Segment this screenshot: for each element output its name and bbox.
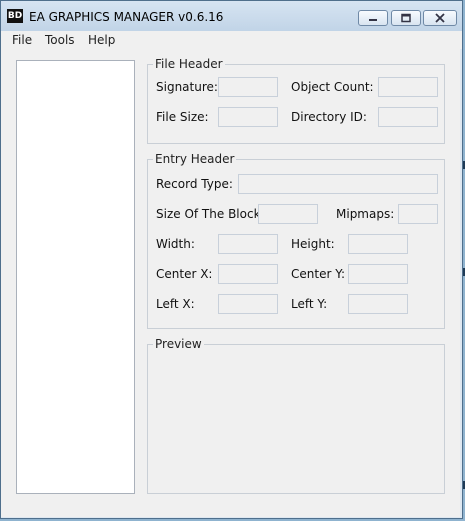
close-icon — [435, 13, 445, 23]
maximize-icon — [401, 13, 411, 23]
menu-file[interactable]: File — [12, 33, 32, 47]
file-header-title: File Header — [153, 57, 225, 71]
left-x-label: Left X: — [156, 297, 195, 311]
file-header-group: File Header Signature: Object Count: Fil… — [147, 57, 445, 144]
entry-header-title: Entry Header — [153, 152, 237, 166]
left-x-field[interactable] — [218, 294, 278, 314]
record-type-field[interactable] — [238, 174, 438, 194]
object-count-label: Object Count: — [291, 80, 374, 94]
signature-label: Signature: — [156, 80, 218, 94]
preview-group: Preview — [147, 337, 445, 494]
mipmaps-label: Mipmaps: — [336, 207, 395, 221]
entry-header-group: Entry Header Record Type: Size Of The Bl… — [147, 152, 445, 329]
maximize-button[interactable] — [391, 10, 421, 26]
left-y-field[interactable] — [348, 294, 408, 314]
menu-tools[interactable]: Tools — [45, 33, 75, 47]
main-window: BD EA GRAPHICS MANAGER v0.6.16 File Tool… — [0, 0, 463, 519]
center-y-label: Center Y: — [291, 267, 345, 281]
close-button[interactable] — [423, 10, 457, 26]
preview-title: Preview — [153, 337, 204, 351]
block-size-label: Size Of The Block: — [156, 207, 265, 221]
center-x-field[interactable] — [218, 264, 278, 284]
left-y-label: Left Y: — [291, 297, 328, 311]
center-y-field[interactable] — [348, 264, 408, 284]
menu-bar: File Tools Help — [1, 31, 462, 49]
center-x-label: Center X: — [156, 267, 213, 281]
client-area: File Header Signature: Object Count: Fil… — [1, 49, 460, 517]
directory-id-label: Directory ID: — [291, 110, 367, 124]
file-size-label: File Size: — [156, 110, 209, 124]
title-bar[interactable]: BD EA GRAPHICS MANAGER v0.6.16 — [1, 1, 462, 31]
height-field[interactable] — [348, 234, 408, 254]
object-count-field[interactable] — [378, 77, 438, 97]
minimize-button[interactable] — [358, 10, 388, 26]
window-title: EA GRAPHICS MANAGER v0.6.16 — [29, 10, 224, 24]
app-icon: BD — [7, 9, 23, 23]
width-label: Width: — [156, 237, 195, 251]
minimize-icon — [369, 19, 377, 21]
directory-id-field[interactable] — [378, 107, 438, 127]
mipmaps-field[interactable] — [398, 204, 438, 224]
height-label: Height: — [291, 237, 335, 251]
menu-help[interactable]: Help — [88, 33, 115, 47]
width-field[interactable] — [218, 234, 278, 254]
record-type-label: Record Type: — [156, 177, 233, 191]
block-size-field[interactable] — [258, 204, 318, 224]
file-size-field[interactable] — [218, 107, 278, 127]
signature-field[interactable] — [218, 77, 278, 97]
entry-list[interactable] — [16, 60, 135, 494]
